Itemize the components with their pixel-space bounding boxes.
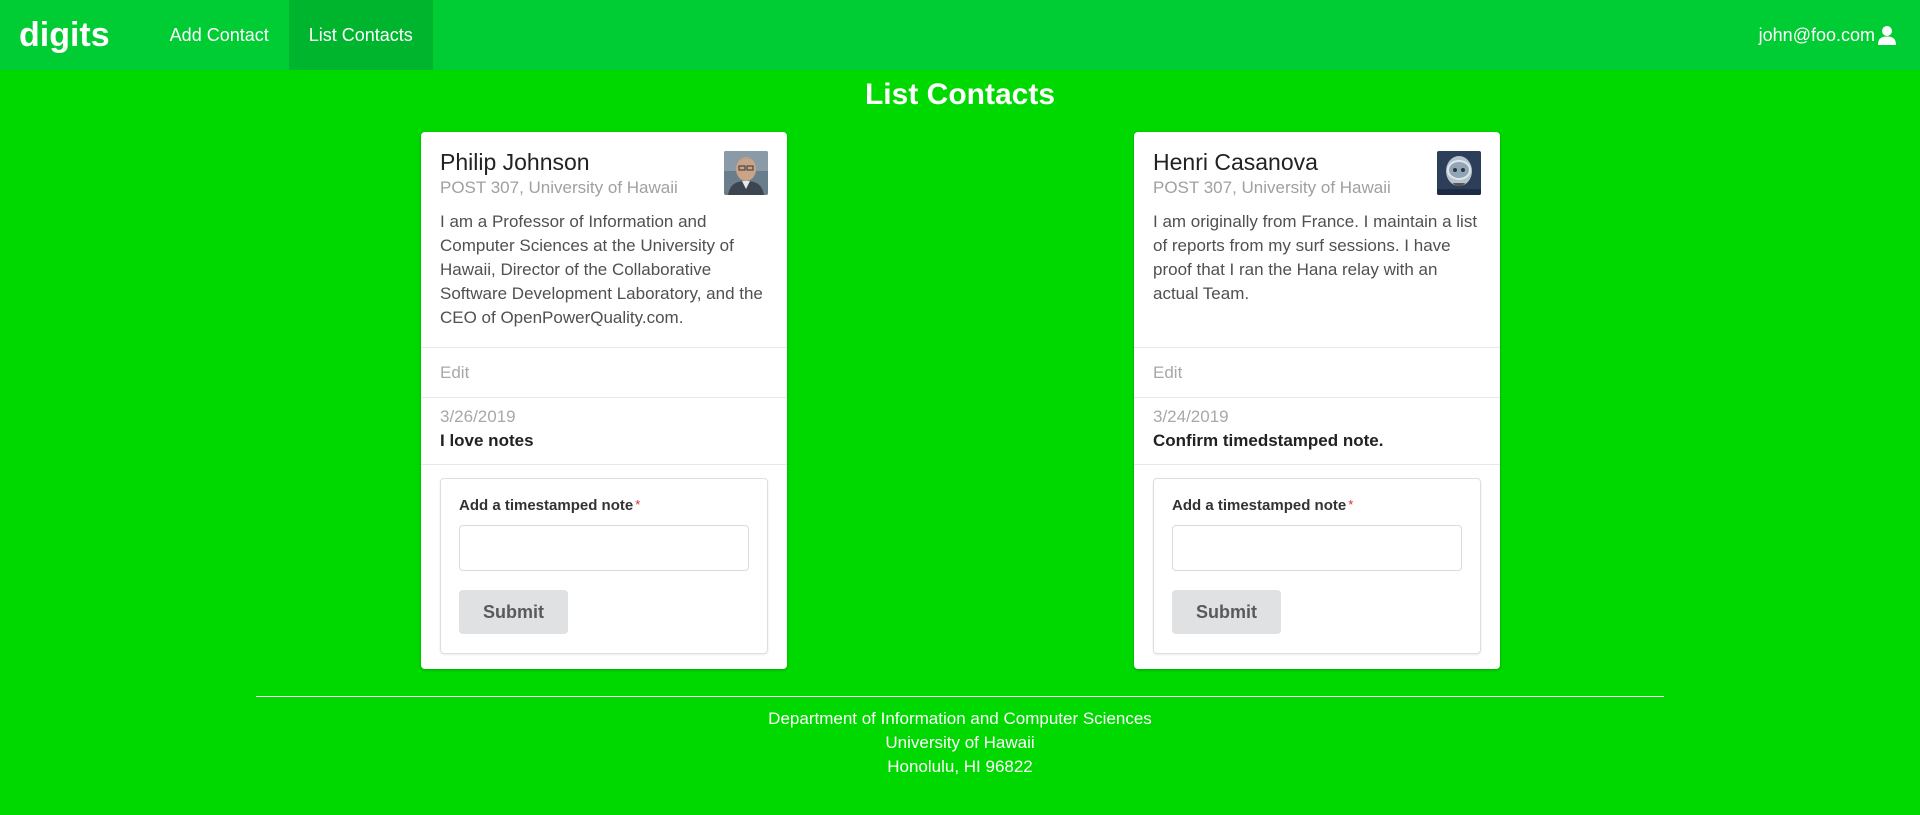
- footer-divider: [256, 696, 1664, 697]
- note-form: Add a timestamped note * Submit: [1153, 478, 1481, 654]
- note-date: 3/24/2019: [1153, 407, 1229, 426]
- avatar: [724, 151, 768, 195]
- note-item: 3/26/2019 I love notes: [421, 397, 787, 464]
- note-input[interactable]: [459, 525, 749, 571]
- edit-link[interactable]: Edit: [421, 347, 787, 397]
- navbar: digits Add Contact List Contacts john@fo…: [0, 0, 1920, 70]
- card-header: Philip Johnson POST 307, University of H…: [421, 132, 787, 347]
- brand-logo[interactable]: digits: [0, 0, 150, 70]
- note-field-label-row: Add a timestamped note *: [459, 497, 749, 515]
- submit-button[interactable]: Submit: [1172, 590, 1281, 634]
- contact-description: I am a Professor of Information and Comp…: [440, 212, 763, 327]
- note-text: I love notes: [440, 431, 534, 450]
- footer-address: Honolulu, HI 96822: [887, 757, 1033, 776]
- contact-card: Henri Casanova POST 307, University of H…: [1134, 132, 1500, 669]
- note-form: Add a timestamped note * Submit: [440, 478, 768, 654]
- nav-add-contact[interactable]: Add Contact: [150, 0, 289, 70]
- user-icon: [1877, 25, 1897, 45]
- card-header: Henri Casanova POST 307, University of H…: [1134, 132, 1500, 347]
- note-item: 3/24/2019 Confirm timedstamped note.: [1134, 397, 1500, 464]
- note-field-label: Add a timestamped note: [459, 497, 634, 514]
- required-mark: *: [635, 497, 641, 512]
- contact-name: Henri Casanova: [1153, 149, 1318, 175]
- contact-name: Philip Johnson: [440, 149, 590, 175]
- submit-button[interactable]: Submit: [459, 590, 568, 634]
- note-form-section: Add a timestamped note * Submit: [421, 464, 787, 654]
- footer: Department of Information and Computer S…: [0, 707, 1920, 779]
- user-email: john@foo.com: [1758, 24, 1875, 45]
- contact-address: POST 307, University of Hawaii: [440, 178, 678, 197]
- footer-department: Department of Information and Computer S…: [768, 709, 1152, 728]
- required-mark: *: [1348, 497, 1354, 512]
- page-title: List Contacts: [864, 78, 1056, 111]
- contact-description: I am originally from France. I maintain …: [1153, 212, 1478, 303]
- note-input[interactable]: [1172, 525, 1462, 571]
- contact-card: Philip Johnson POST 307, University of H…: [421, 132, 787, 669]
- footer-university: University of Hawaii: [885, 733, 1035, 752]
- note-field-label: Add a timestamped note: [1172, 497, 1347, 514]
- note-text: Confirm timedstamped note.: [1153, 431, 1384, 450]
- nav-list-contacts[interactable]: List Contacts: [288, 0, 433, 70]
- note-date: 3/26/2019: [440, 407, 516, 426]
- contact-address: POST 307, University of Hawaii: [1153, 178, 1391, 197]
- note-form-section: Add a timestamped note * Submit: [1134, 464, 1500, 654]
- avatar: [1437, 151, 1481, 195]
- edit-link[interactable]: Edit: [1134, 347, 1500, 397]
- user-menu[interactable]: john@foo.com: [1759, 0, 1897, 70]
- note-field-label-row: Add a timestamped note *: [1172, 497, 1462, 515]
